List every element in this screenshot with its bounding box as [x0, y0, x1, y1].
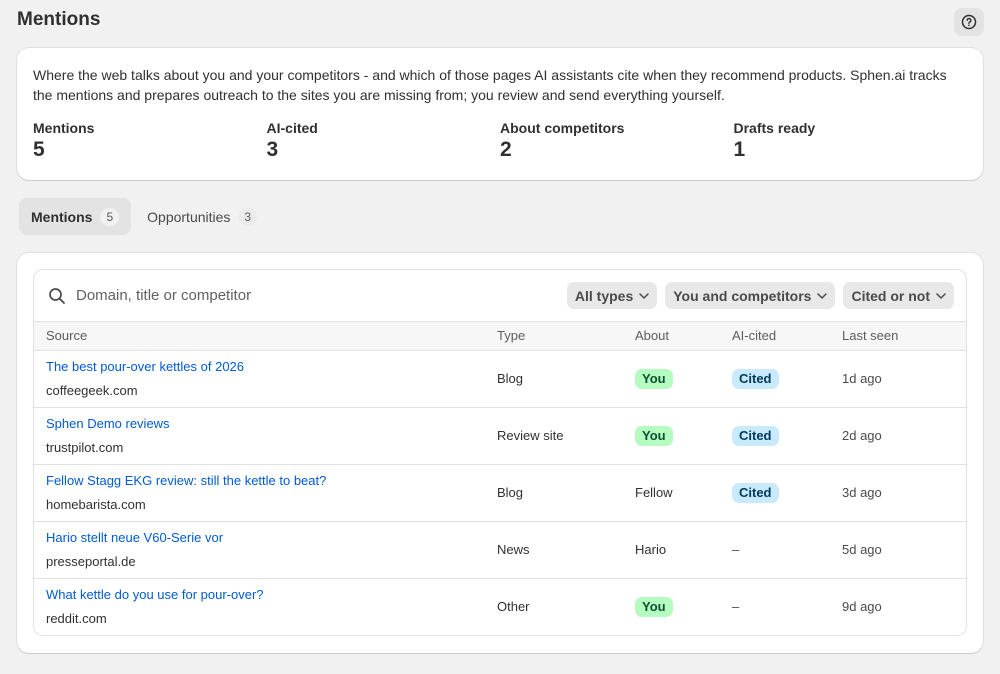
column-header-about[interactable]: About	[635, 322, 732, 351]
source-cell: The best pour-over kettles of 2026 coffee…	[34, 350, 497, 408]
stat-label: AI-cited	[266, 120, 318, 136]
column-header-type[interactable]: Type	[497, 322, 635, 351]
source-title-link[interactable]: The best pour-over kettles of 2026	[46, 359, 497, 375]
source-domain: homebarista.com	[46, 496, 146, 512]
cited-badge: Cited	[732, 368, 779, 389]
about-cell: Hario	[635, 521, 732, 579]
about-text: Fellow	[635, 485, 673, 500]
source-domain: reddit.com	[46, 610, 107, 626]
tab-label: Mentions	[31, 208, 93, 225]
type-cell: Blog	[497, 464, 635, 522]
about-badge: You	[635, 425, 673, 446]
mentions-table: Source Type About AI-cited Last seen The…	[34, 322, 966, 635]
summary-card: Where the web talks about you and your c…	[17, 48, 983, 180]
column-header-ai-cited[interactable]: AI-cited	[732, 322, 842, 351]
stat-label: Drafts ready	[733, 120, 816, 136]
table-row[interactable]: Hario stellt neue V60-Serie vor pressepor…	[34, 521, 966, 579]
filter-label: You and competitors	[673, 287, 812, 304]
last-seen-cell: 2d ago	[842, 407, 966, 465]
stat-value: 1	[733, 138, 746, 161]
stat-value: 2	[500, 138, 512, 161]
type-cell: Other	[497, 578, 635, 635]
tab-mentions[interactable]: Mentions 5	[19, 198, 132, 235]
ai-cited-cell: Cited	[732, 464, 842, 522]
table-row[interactable]: Fellow Stagg EKG review: still the kettl…	[34, 464, 966, 522]
about-cell: You	[635, 578, 732, 635]
help-button[interactable]	[954, 8, 984, 36]
ai-cited-cell: Cited	[732, 407, 842, 465]
cited-empty: –	[732, 542, 740, 557]
source-domain: coffeegeek.com	[46, 382, 138, 398]
type-cell: Blog	[497, 350, 635, 408]
tab-label: Opportunities	[147, 208, 231, 225]
last-seen-cell: 9d ago	[842, 578, 966, 635]
tab-opportunities[interactable]: Opportunities 3	[135, 198, 269, 235]
chevron-down-icon	[639, 292, 649, 299]
stat-about-competitors: About competitors 2	[500, 120, 734, 164]
source-cell: Hario stellt neue V60-Serie vor pressepor…	[34, 521, 497, 579]
filter-label: Cited or not	[851, 287, 930, 304]
about-cell: You	[635, 350, 732, 408]
last-seen-cell: 1d ago	[842, 350, 966, 408]
cited-empty: –	[732, 599, 740, 614]
source-cell: Fellow Stagg EKG review: still the kettl…	[34, 464, 497, 522]
tab-count-badge: 3	[238, 207, 258, 226]
stat-ai-cited: AI-cited 3	[267, 120, 501, 164]
search-input[interactable]	[76, 287, 556, 304]
about-badge: You	[635, 368, 673, 389]
source-domain: presseportal.de	[46, 553, 136, 569]
chevron-down-icon	[817, 292, 828, 299]
stat-mentions: Mentions 5	[33, 120, 267, 164]
about-text: Hario	[635, 542, 667, 557]
stat-value: 5	[33, 138, 45, 161]
ai-cited-cell: –	[732, 578, 842, 635]
filter-bar: All types You and competitors Cited or n…	[34, 270, 966, 322]
ai-cited-cell: Cited	[732, 350, 842, 408]
about-cell: Fellow	[635, 464, 732, 522]
source-title-link[interactable]: Hario stellt neue V60-Serie vor	[46, 530, 497, 546]
about-badge: You	[635, 596, 673, 617]
cited-badge: Cited	[732, 482, 779, 503]
source-title-link[interactable]: What kettle do you use for pour-over?	[46, 587, 497, 603]
type-cell: Review site	[497, 407, 635, 465]
source-cell: What kettle do you use for pour-over? red…	[34, 578, 497, 635]
mentions-table-container: All types You and competitors Cited or n…	[33, 269, 967, 636]
page-title: Mentions	[17, 9, 101, 30]
chevron-down-icon	[936, 292, 946, 299]
column-header-last-seen[interactable]: Last seen	[842, 322, 966, 351]
about-cell: You	[635, 407, 732, 465]
last-seen-cell: 5d ago	[842, 521, 966, 579]
stat-drafts-ready: Drafts ready 1	[734, 120, 968, 164]
type-filter-button[interactable]: All types	[566, 282, 658, 309]
filter-group: All types You and competitors Cited or n…	[566, 282, 954, 309]
question-circle-icon	[961, 14, 977, 30]
last-seen-cell: 3d ago	[842, 464, 966, 522]
stat-label: Mentions	[33, 120, 95, 136]
source-title-link[interactable]: Fellow Stagg EKG review: still the kettl…	[46, 473, 497, 489]
stats-row: Mentions 5 AI-cited 3 About competitors …	[33, 120, 967, 164]
table-header-row: Source Type About AI-cited Last seen	[34, 322, 966, 351]
table-row[interactable]: What kettle do you use for pour-over? red…	[34, 578, 966, 635]
type-cell: News	[497, 521, 635, 579]
table-row[interactable]: The best pour-over kettles of 2026 coffee…	[34, 350, 966, 408]
cited-badge: Cited	[732, 425, 779, 446]
stat-value: 3	[266, 138, 279, 161]
source-cell: Sphen Demo reviews trustpilot.com	[34, 407, 497, 465]
filter-label: All types	[574, 287, 634, 304]
search-icon	[46, 285, 68, 307]
mentions-card: All types You and competitors Cited or n…	[17, 253, 983, 653]
column-header-source[interactable]: Source	[34, 322, 497, 351]
source-title-link[interactable]: Sphen Demo reviews	[46, 416, 497, 432]
tab-count-badge: 5	[100, 207, 120, 226]
about-filter-button[interactable]: You and competitors	[665, 282, 836, 309]
table-row[interactable]: Sphen Demo reviews trustpilot.com Review s…	[34, 407, 966, 465]
tab-bar: Mentions 5 Opportunities 3	[19, 198, 269, 235]
stat-label: About competitors	[500, 120, 625, 136]
source-domain: trustpilot.com	[46, 439, 124, 455]
ai-cited-cell: –	[732, 521, 842, 579]
cited-filter-button[interactable]: Cited or not	[843, 282, 954, 309]
summary-description: Where the web talks about you and your c…	[33, 67, 947, 103]
